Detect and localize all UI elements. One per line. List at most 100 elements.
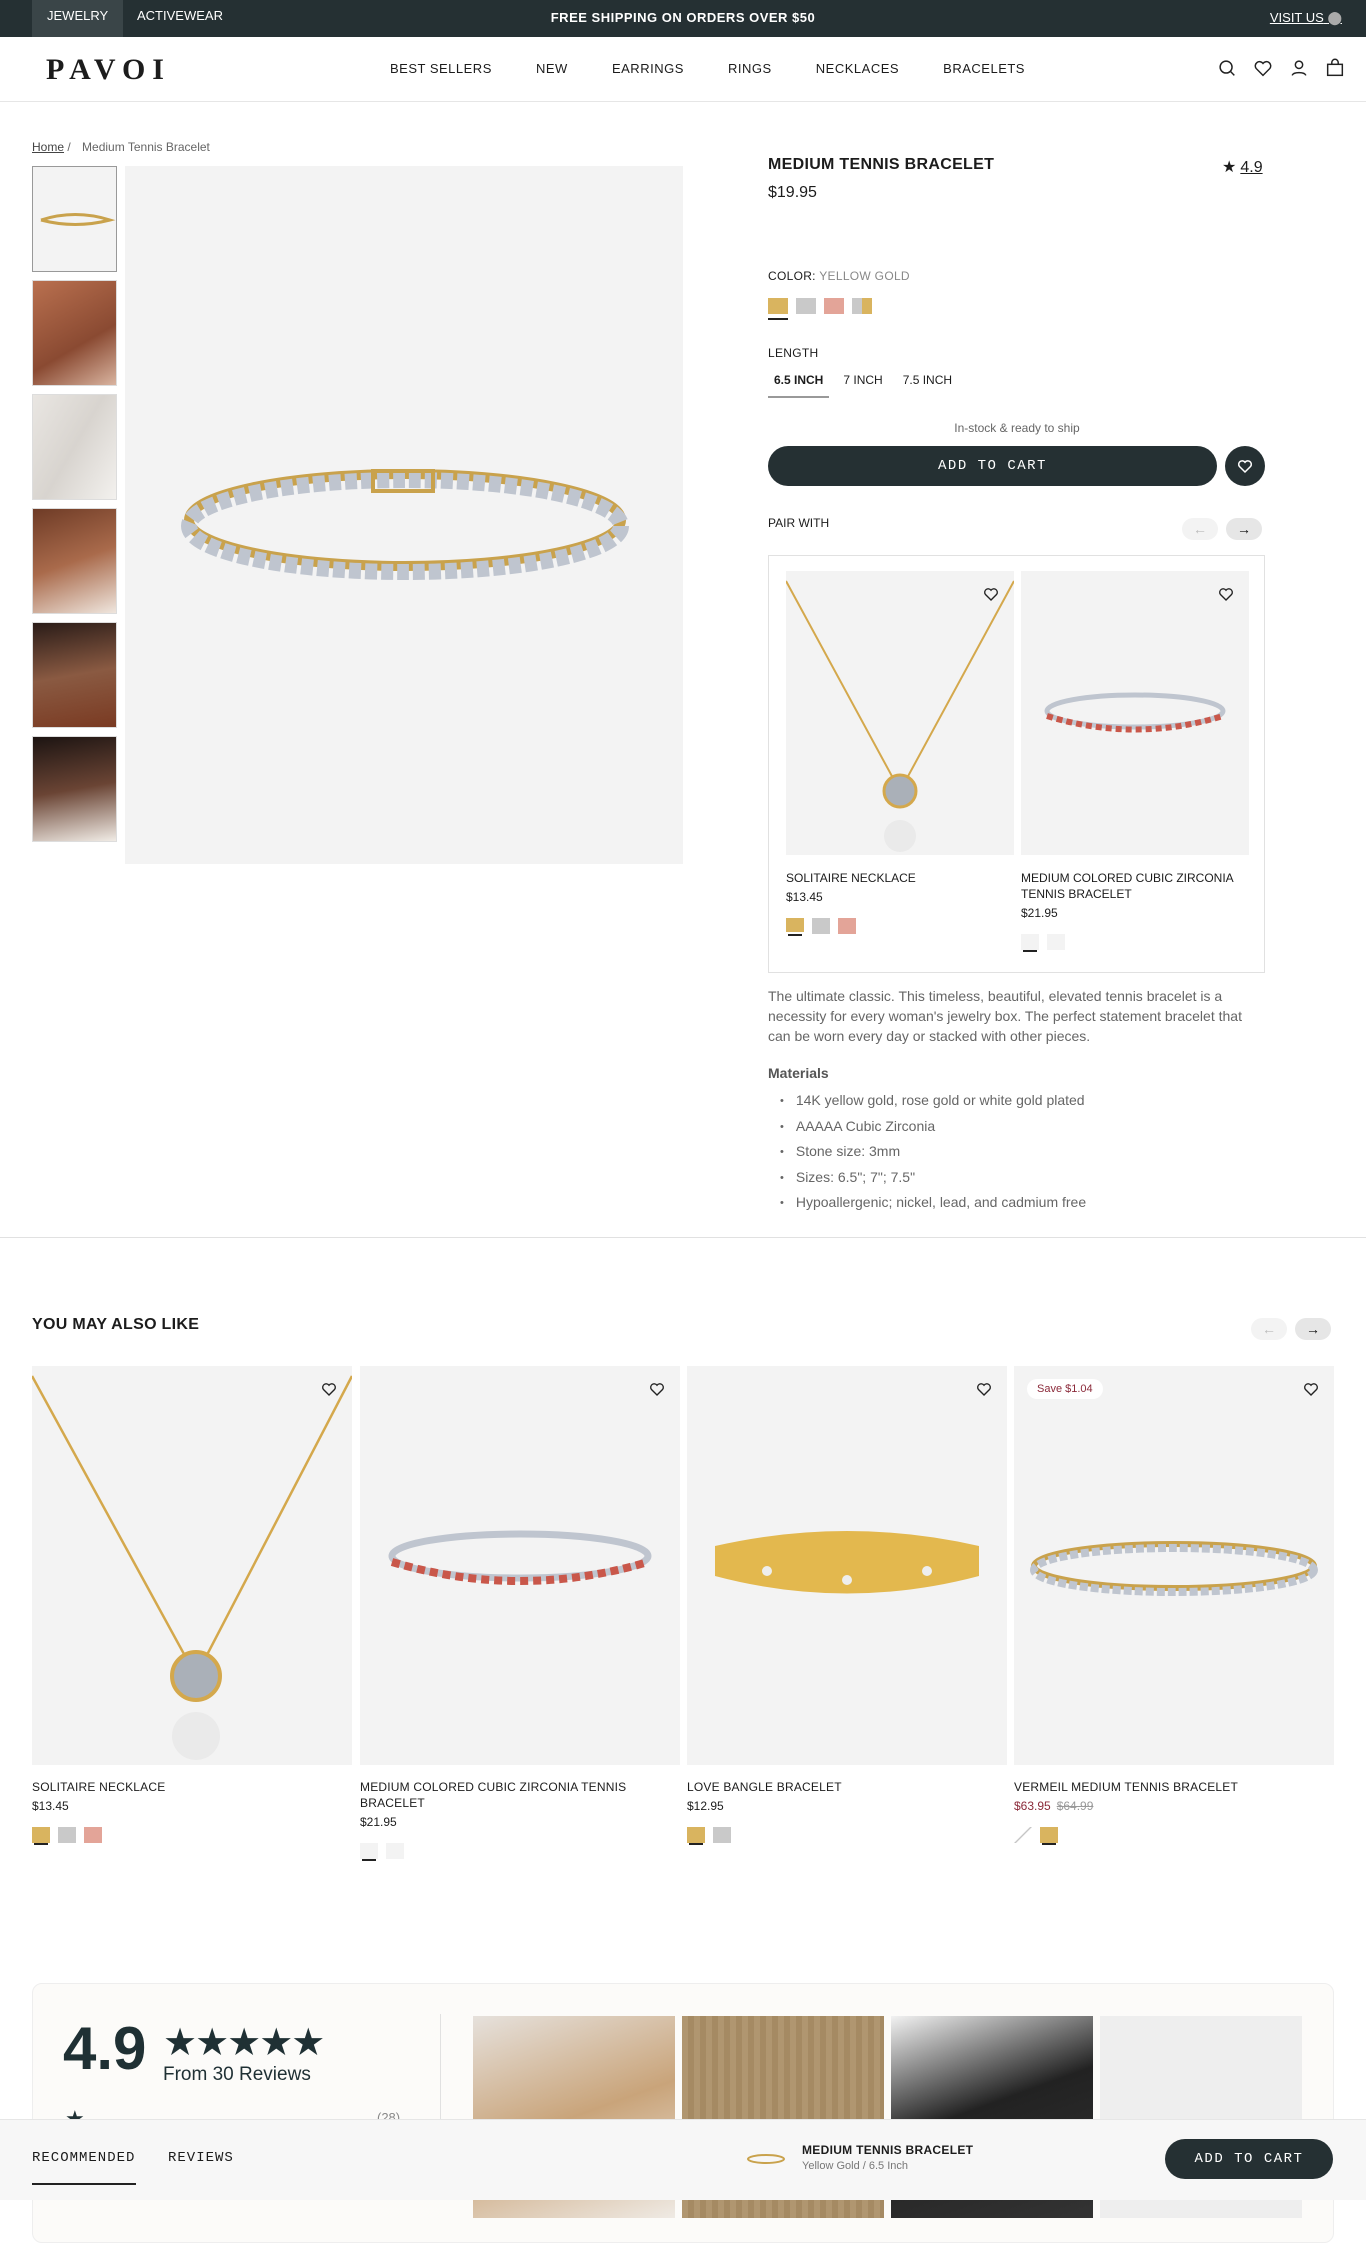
heart-icon[interactable] [320, 1380, 338, 1398]
product-price: $19.95 [768, 184, 817, 201]
breadcrumb-home[interactable]: Home [32, 140, 64, 154]
sticky-product-name: MEDIUM TENNIS BRACELET [802, 2143, 974, 2157]
recommend-card-4-name[interactable]: VERMEIL MEDIUM TENNIS BRACELET [1014, 1779, 1334, 1795]
account-icon[interactable] [1288, 57, 1310, 79]
recommend-card-3[interactable]: LOVE BANGLE BRACELET $12.95 [687, 1366, 1007, 1843]
swatch-rose-gold[interactable] [84, 1827, 102, 1843]
pair-card-2-image[interactable] [1021, 571, 1249, 855]
material-item: Hypoallergenic; nickel, lead, and cadmiu… [780, 1191, 1086, 1217]
length-options: 6.5 INCH 7 INCH 7.5 INCH [768, 364, 966, 398]
thumbnail-1[interactable] [32, 166, 117, 272]
visit-us-link[interactable]: VISIT US ⬤ [1270, 10, 1342, 26]
nav-new[interactable]: NEW [536, 61, 568, 76]
variant-thumb-2[interactable] [1047, 934, 1065, 950]
recommend-prev-button[interactable]: ← [1251, 1318, 1287, 1340]
rating[interactable]: ★ 4.9 [1222, 157, 1263, 177]
material-item: Sizes: 6.5"; 7"; 7.5" [780, 1166, 1086, 1192]
recommend-card-3-name[interactable]: LOVE BANGLE BRACELET [687, 1779, 1007, 1795]
reviews-section: 4.9 ★★★★★ From 30 Reviews ★ (28) [32, 1983, 1334, 2243]
swatch-yellow-gold[interactable] [687, 1827, 705, 1843]
swatch-silver[interactable] [713, 1827, 731, 1843]
swatch-yellow-gold[interactable] [768, 298, 788, 314]
sticky-add-to-cart-button[interactable]: ADD TO CART [1165, 2139, 1333, 2179]
thumbnail-list [32, 166, 117, 850]
swatch-mixed[interactable] [852, 298, 872, 314]
breadcrumb: Home / Medium Tennis Bracelet [32, 140, 210, 154]
stock-status: In-stock & ready to ship [954, 421, 1080, 435]
length-7-5[interactable]: 7.5 INCH [897, 364, 958, 398]
tab-jewelry[interactable]: JEWELRY [32, 0, 124, 37]
heart-icon[interactable] [1302, 1380, 1320, 1398]
material-item: AAAAA Cubic Zirconia [780, 1115, 1086, 1141]
nav-necklaces[interactable]: NECKLACES [816, 61, 899, 76]
site-header: PAVOI BEST SELLERS NEW EARRINGS RINGS NE… [0, 37, 1366, 102]
recommend-card-2[interactable]: MEDIUM COLORED CUBIC ZIRCONIA TENNIS BRA… [360, 1366, 680, 1859]
logo[interactable]: PAVOI [46, 53, 171, 87]
pair-next-button[interactable]: → [1226, 518, 1262, 540]
star-icon: ★ [1222, 159, 1237, 176]
length-6-5[interactable]: 6.5 INCH [768, 364, 830, 398]
product-description: The ultimate classic. This timeless, bea… [768, 988, 1242, 1044]
swatch-yellow-gold[interactable] [786, 918, 804, 934]
thumbnail-3[interactable] [32, 394, 117, 500]
variant-thumb-2[interactable] [386, 1843, 404, 1859]
recommend-card-1-image[interactable] [32, 1366, 352, 1765]
save-badge: Save $1.04 [1027, 1379, 1103, 1399]
heart-icon[interactable] [1217, 585, 1235, 603]
pair-card-1-name[interactable]: SOLITAIRE NECKLACE [786, 870, 1014, 886]
recommend-card-4[interactable]: Save $1.04 VERMEIL MEDIUM TENNIS BRACELE… [1014, 1366, 1334, 1843]
tab-activewear[interactable]: ACTIVEWEAR [122, 0, 238, 37]
variant-thumb-1[interactable] [360, 1843, 378, 1859]
recommend-card-2-name[interactable]: MEDIUM COLORED CUBIC ZIRCONIA TENNIS BRA… [360, 1779, 680, 1811]
swatch-silver[interactable] [796, 298, 816, 314]
pair-with-label: PAIR WITH [768, 516, 830, 530]
swatch-yellow-gold[interactable] [32, 1827, 50, 1843]
recommend-title: YOU MAY ALSO LIKE [32, 1316, 200, 1333]
wishlist-button[interactable] [1225, 446, 1265, 486]
recommend-next-button[interactable]: → [1295, 1318, 1331, 1340]
thumbnail-2[interactable] [32, 280, 117, 386]
bag-icon[interactable] [1324, 57, 1346, 79]
heart-icon [1237, 460, 1253, 474]
pair-card-1-image[interactable] [786, 571, 1014, 855]
swatch-rose-gold[interactable] [824, 298, 844, 314]
pair-card-2-name[interactable]: MEDIUM COLORED CUBIC ZIRCONIA TENNIS BRA… [1021, 870, 1249, 902]
heart-icon[interactable] [1252, 57, 1274, 79]
breadcrumb-sep: / [67, 140, 71, 154]
swatch-rose-gold[interactable] [838, 918, 856, 934]
nav-best-sellers[interactable]: BEST SELLERS [390, 61, 492, 76]
recommend-card-4-image[interactable]: Save $1.04 [1014, 1366, 1334, 1765]
nav-rings[interactable]: RINGS [728, 61, 772, 76]
search-icon[interactable] [1216, 57, 1238, 79]
arrow-right-icon: → [1237, 521, 1251, 537]
variant-thumb-1[interactable] [1021, 934, 1039, 950]
swatch-silver[interactable] [58, 1827, 76, 1843]
thumbnail-5[interactable] [32, 622, 117, 728]
length-7[interactable]: 7 INCH [837, 364, 888, 398]
main-product-image[interactable] [125, 166, 683, 864]
recommend-card-1[interactable]: SOLITAIRE NECKLACE $13.45 [32, 1366, 352, 1843]
recommend-card-2-image[interactable] [360, 1366, 680, 1765]
thumbnail-6[interactable] [32, 736, 117, 842]
top-bar: JEWELRY ACTIVEWEAR FREE SHIPPING ON ORDE… [0, 0, 1366, 37]
pair-with-carousel: SOLITAIRE NECKLACE $13.45 MEDIUM COLORED… [768, 555, 1265, 973]
pair-prev-button[interactable]: ← [1182, 518, 1218, 540]
nav-bracelets[interactable]: BRACELETS [943, 61, 1025, 76]
pair-card-2[interactable]: MEDIUM COLORED CUBIC ZIRCONIA TENNIS BRA… [1021, 571, 1249, 950]
heart-icon[interactable] [982, 585, 1000, 603]
thumbnail-4[interactable] [32, 508, 117, 614]
swatch-silver[interactable] [812, 918, 830, 934]
tab-reviews[interactable]: REVIEWS [168, 2150, 234, 2166]
heart-icon[interactable] [975, 1380, 993, 1398]
pair-card-1[interactable]: SOLITAIRE NECKLACE $13.45 [786, 571, 1014, 934]
swatch-yellow-gold[interactable] [1040, 1827, 1058, 1843]
tab-recommended[interactable]: RECOMMENDED [32, 2150, 137, 2185]
add-to-cart-button[interactable]: ADD TO CART [768, 446, 1217, 486]
review-score: 4.9 [63, 2015, 147, 2082]
recommend-card-3-image[interactable] [687, 1366, 1007, 1765]
recommend-card-3-price: $12.95 [687, 1799, 724, 1813]
recommend-card-1-name[interactable]: SOLITAIRE NECKLACE [32, 1779, 352, 1795]
heart-icon[interactable] [648, 1380, 666, 1398]
nav-earrings[interactable]: EARRINGS [612, 61, 684, 76]
swatch-unavailable[interactable] [1014, 1827, 1032, 1843]
